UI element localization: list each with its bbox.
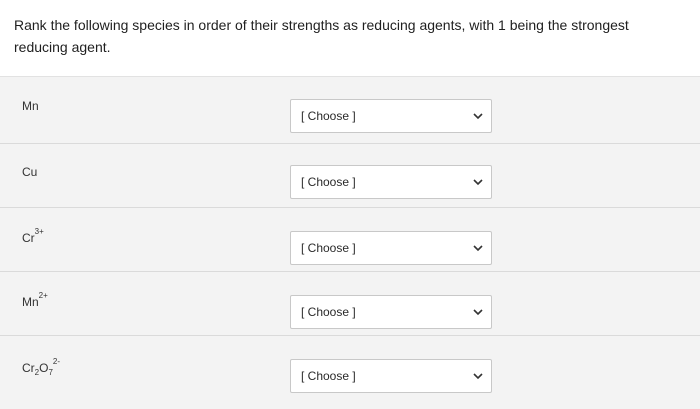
- species-subscript: 7: [48, 368, 53, 377]
- rank-select[interactable]: [ Choose ]: [290, 165, 492, 199]
- chevron-down-icon: [473, 177, 483, 187]
- select-value: [ Choose ]: [301, 175, 356, 189]
- species-main: Cr: [22, 231, 35, 245]
- chevron-down-icon: [473, 371, 483, 381]
- species-label: Cu: [22, 165, 37, 179]
- select-value: [ Choose ]: [301, 109, 356, 123]
- select-value: [ Choose ]: [301, 305, 356, 319]
- question-area: Rank the following species in order of t…: [0, 0, 700, 76]
- select-value: [ Choose ]: [301, 369, 356, 383]
- species-charge: 2-: [52, 357, 61, 366]
- rank-select[interactable]: [ Choose ]: [290, 295, 492, 329]
- species-main: Mn: [22, 99, 39, 113]
- species-main: Cr: [22, 361, 35, 375]
- chevron-down-icon: [473, 307, 483, 317]
- species-main: Cu: [22, 165, 38, 179]
- species-charge: 2+: [38, 291, 48, 300]
- select-value: [ Choose ]: [301, 241, 356, 255]
- rank-select[interactable]: [ Choose ]: [290, 231, 492, 265]
- species-label: Cr2O72-: [22, 357, 60, 377]
- species-charge: 3+: [34, 227, 44, 236]
- rank-select[interactable]: [ Choose ]: [290, 99, 492, 133]
- rank-select[interactable]: [ Choose ]: [290, 359, 492, 393]
- species-main: Mn: [22, 295, 39, 309]
- question-text: Rank the following species in order of t…: [14, 17, 629, 55]
- matching-row: Mn2+ [ Choose ]: [0, 271, 700, 336]
- matching-row: Mn [ Choose ]: [0, 77, 700, 144]
- species-label: Cr3+: [22, 227, 44, 245]
- species-label: Mn2+: [22, 291, 48, 309]
- matching-rows: Mn [ Choose ] Cu [ Choose ] Cr3+ [ Choos…: [0, 76, 700, 409]
- species-subscript: 2: [34, 368, 40, 377]
- matching-row: Cr2O72- [ Choose ]: [0, 335, 700, 409]
- matching-row: Cu [ Choose ]: [0, 143, 700, 208]
- species-label: Mn: [22, 99, 39, 113]
- matching-row: Cr3+ [ Choose ]: [0, 207, 700, 272]
- chevron-down-icon: [473, 243, 483, 253]
- chevron-down-icon: [473, 111, 483, 121]
